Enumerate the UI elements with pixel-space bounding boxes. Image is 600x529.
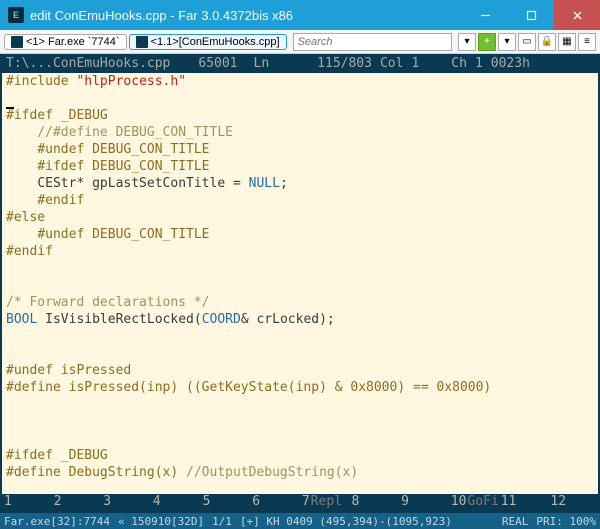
code-editor[interactable]: #include "hlpProcess.h" #ifdef _DEBUG //… [2,73,598,494]
fkey-9[interactable]: 9 [399,494,449,511]
char-label: Ch [451,56,467,73]
text-cursor [6,107,14,109]
status-bar: Far.exe[32]:7744 « 150910[32D] 1/1 [+] K… [0,513,600,529]
col-label: Col [380,56,403,73]
search-dropdown-button[interactable]: ▾ [458,33,476,51]
minimize-button[interactable] [462,0,508,30]
fkey-1[interactable]: 1 [2,494,52,511]
col-number: 1 [411,56,419,73]
app-icon: E [8,7,24,23]
maximize-button[interactable] [508,0,554,30]
fkey-11[interactable]: 11 [499,494,549,511]
editor: T:\...ConEmuHooks.cpp 65001 Ln 115/803 C… [0,54,600,513]
char-number: 1 [475,56,483,73]
add-dropdown-button[interactable]: ▾ [498,33,516,51]
add-button[interactable]: + [478,33,496,51]
keyboard-info: [+] KH 0409 (495,394)-(1095,923) [240,515,452,528]
lock-button[interactable]: 🔒 [538,33,556,51]
toolbar: <1> Far.exe `7744` <1.1>[ConEmuHooks.cpp… [0,30,600,54]
fkey-2[interactable]: 2 [52,494,102,511]
window-info: « 150910[32D] [118,515,204,528]
process-info: Far.exe[32]:7744 [4,515,110,528]
line-label: Ln [254,56,270,73]
fkey-10[interactable]: 10GoFi [449,494,499,511]
window-list-button[interactable]: ▭ [518,33,536,51]
tab-label: <1> Far.exe `7744` [26,36,120,48]
file-path: T:\...ConEmuHooks.cpp [6,56,170,73]
fkey-3[interactable]: 3 [101,494,151,511]
fkey-6[interactable]: 6 [250,494,300,511]
console-icon [11,36,23,48]
search-input[interactable] [293,33,452,51]
fkey-5[interactable]: 5 [201,494,251,511]
tab-far[interactable]: <1> Far.exe `7744` [4,34,127,50]
codepage: 65001 [198,56,237,73]
fkey-12[interactable]: 12 [548,494,598,511]
search-box [293,33,452,51]
console-mode: REAL [502,515,529,528]
position-info: 1/1 [212,515,232,528]
fkey-8[interactable]: 8 [349,494,399,511]
settings-button[interactable]: ▦ [558,33,576,51]
tab-label: <1.1>[ConEmuHooks.cpp] [151,36,280,48]
line-number: 115/803 [317,56,372,73]
window-title: edit ConEmuHooks.cpp - Far 3.0.4372bis x… [30,8,293,23]
close-button[interactable] [554,0,600,30]
console-icon [136,36,148,48]
titlebar: E edit ConEmuHooks.cpp - Far 3.0.4372bis… [0,0,600,30]
priority-info: PRI: 100% [536,515,596,528]
function-keys: 1234567Repl8910GoFi1112 [2,494,598,511]
fkey-4[interactable]: 4 [151,494,201,511]
fkey-7[interactable]: 7Repl [300,494,350,511]
menu-button[interactable]: ≡ [578,33,596,51]
editor-status-line: T:\...ConEmuHooks.cpp 65001 Ln 115/803 C… [2,56,598,73]
char-hex: 0023h [491,56,530,73]
tab-conemuhooks[interactable]: <1.1>[ConEmuHooks.cpp] [129,34,287,50]
